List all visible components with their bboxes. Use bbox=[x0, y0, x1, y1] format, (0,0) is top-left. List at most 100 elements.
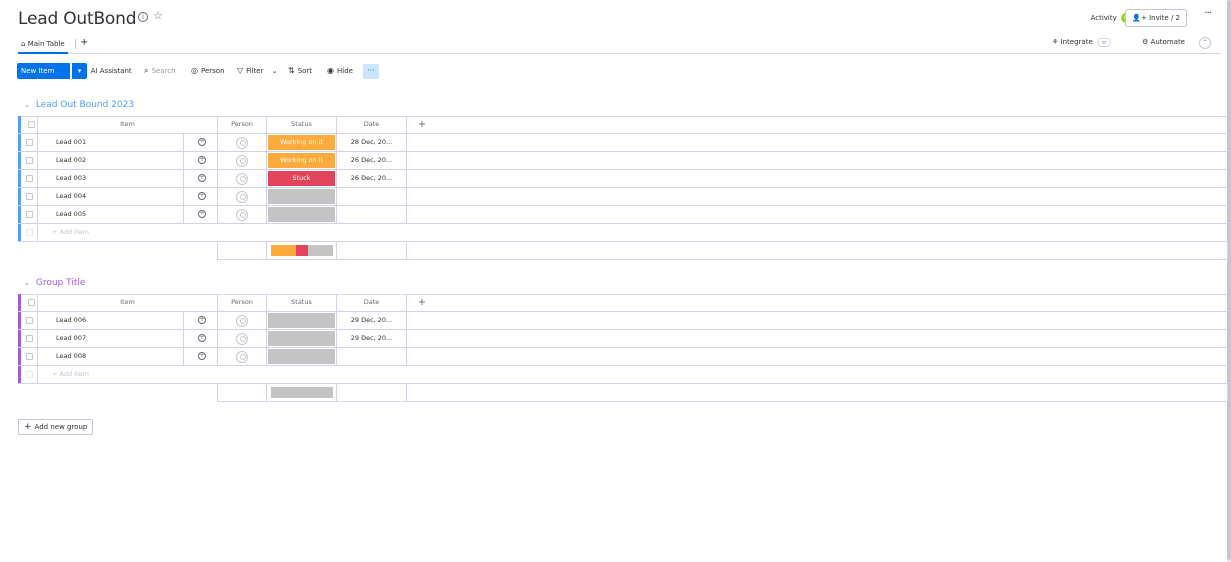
column-header-date[interactable]: Date bbox=[337, 116, 407, 133]
empty-person-icon[interactable] bbox=[236, 351, 248, 363]
item-cell[interactable]: Lead 005 + bbox=[38, 206, 218, 223]
column-header-person[interactable]: Person bbox=[218, 116, 267, 133]
star-icon[interactable]: ☆ bbox=[153, 9, 163, 22]
chevron-down-icon[interactable]: ⌄ bbox=[24, 98, 30, 112]
group-title-group-title[interactable]: ⌄ Group Title bbox=[24, 276, 85, 290]
status-cell[interactable] bbox=[267, 348, 337, 365]
empty-person-icon[interactable] bbox=[236, 333, 248, 345]
status-cell[interactable] bbox=[267, 206, 337, 223]
status-label[interactable]: Stuck bbox=[268, 171, 335, 186]
automate-button[interactable]: ⚙ Automate bbox=[1142, 38, 1185, 46]
row-checkbox[interactable] bbox=[22, 348, 38, 365]
item-name[interactable]: Lead 003 bbox=[56, 170, 86, 187]
add-update-icon[interactable]: + bbox=[198, 138, 206, 146]
table-row[interactable]: Lead 001 + Working on it 28 Dec, 20... bbox=[18, 134, 1228, 152]
group-title-lead-out-bound-2023[interactable]: ⌄ Lead Out Bound 2023 bbox=[24, 98, 134, 112]
column-header-item[interactable]: Item bbox=[38, 294, 218, 311]
info-icon[interactable]: i bbox=[138, 12, 148, 22]
scrollbar-thumb[interactable] bbox=[1227, 0, 1231, 560]
date-cell[interactable]: 28 Dec, 20... bbox=[337, 134, 407, 151]
add-new-group-button[interactable]: + Add new group bbox=[18, 419, 94, 435]
item-cell[interactable]: Lead 003 + bbox=[38, 170, 218, 187]
person-cell[interactable] bbox=[218, 188, 267, 205]
add-update-icon[interactable]: + bbox=[198, 192, 206, 200]
column-header-person[interactable]: Person bbox=[218, 294, 267, 311]
status-cell[interactable] bbox=[267, 312, 337, 329]
chevron-down-icon[interactable]: ⌄ bbox=[24, 276, 30, 290]
date-cell[interactable]: 29 Dec, 20... bbox=[337, 330, 407, 347]
add-item-row[interactable]: + Add Item bbox=[18, 224, 1228, 242]
item-name[interactable]: Lead 006 bbox=[56, 312, 86, 329]
tab-main-table[interactable]: ⌂ Main Table bbox=[18, 38, 68, 54]
table-row[interactable]: Lead 004 + bbox=[18, 188, 1228, 206]
status-summary-bar[interactable] bbox=[271, 245, 333, 256]
integrate-button[interactable]: ⚘ Integrate ∞ bbox=[1052, 38, 1111, 47]
item-name[interactable]: Lead 005 bbox=[56, 206, 86, 223]
status-label[interactable] bbox=[268, 189, 335, 204]
add-update-icon[interactable]: + bbox=[198, 174, 206, 182]
search-input[interactable]: ⌕ Search bbox=[144, 63, 176, 79]
add-update-icon[interactable]: + bbox=[198, 352, 206, 360]
date-cell[interactable]: 26 Dec, 20... bbox=[337, 152, 407, 169]
status-label[interactable] bbox=[268, 313, 335, 328]
person-cell[interactable] bbox=[218, 348, 267, 365]
item-cell[interactable]: Lead 001 + bbox=[38, 134, 218, 151]
empty-person-icon[interactable] bbox=[236, 137, 248, 149]
date-cell[interactable]: 26 Dec, 20... bbox=[337, 170, 407, 187]
status-cell[interactable]: Working on it bbox=[267, 152, 337, 169]
item-name[interactable]: Lead 004 bbox=[56, 188, 86, 205]
more-actions-button[interactable]: ··· bbox=[363, 64, 379, 79]
select-all-checkbox[interactable] bbox=[22, 294, 38, 311]
add-column-button[interactable]: + bbox=[407, 116, 437, 133]
empty-person-icon[interactable] bbox=[236, 315, 248, 327]
row-checkbox[interactable] bbox=[22, 330, 38, 347]
vertical-scrollbar[interactable] bbox=[1227, 0, 1231, 562]
add-item-input[interactable]: + Add Item bbox=[38, 224, 1228, 241]
collapse-header-icon[interactable]: ⌃ bbox=[1199, 37, 1211, 49]
table-row[interactable]: Lead 008 + bbox=[18, 348, 1228, 366]
add-column-button[interactable]: + bbox=[407, 294, 437, 311]
column-header-status[interactable]: Status bbox=[267, 116, 337, 133]
group-title-text[interactable]: Group Title bbox=[36, 278, 86, 288]
add-item-row[interactable]: + Add Item bbox=[18, 366, 1228, 384]
person-filter-button[interactable]: ◎ Person bbox=[191, 63, 225, 79]
item-cell[interactable]: Lead 008 + bbox=[38, 348, 218, 365]
group-title-text[interactable]: Lead Out Bound 2023 bbox=[36, 100, 134, 110]
date-cell[interactable]: 29 Dec, 20... bbox=[337, 312, 407, 329]
date-cell[interactable] bbox=[337, 206, 407, 223]
new-item-button[interactable]: New Item bbox=[17, 63, 70, 79]
status-cell[interactable] bbox=[267, 330, 337, 347]
table-row[interactable]: Lead 005 + bbox=[18, 206, 1228, 224]
person-cell[interactable] bbox=[218, 206, 267, 223]
add-update-icon[interactable]: + bbox=[198, 316, 206, 324]
row-checkbox[interactable] bbox=[22, 188, 38, 205]
add-update-icon[interactable]: + bbox=[198, 334, 206, 342]
table-row[interactable]: Lead 006 + 29 Dec, 20... bbox=[18, 312, 1228, 330]
item-name[interactable]: Lead 008 bbox=[56, 348, 86, 365]
add-update-icon[interactable]: + bbox=[198, 210, 206, 218]
person-cell[interactable] bbox=[218, 330, 267, 347]
select-all-checkbox[interactable] bbox=[22, 116, 38, 133]
sort-button[interactable]: ⇅ Sort bbox=[288, 63, 312, 79]
row-checkbox[interactable] bbox=[22, 206, 38, 223]
row-checkbox[interactable] bbox=[22, 170, 38, 187]
row-checkbox[interactable] bbox=[22, 134, 38, 151]
item-name[interactable]: Lead 002 bbox=[56, 152, 86, 169]
status-label[interactable] bbox=[268, 331, 335, 346]
board-title[interactable]: Lead OutBond bbox=[18, 9, 136, 29]
status-cell[interactable]: Working on it bbox=[267, 134, 337, 151]
empty-person-icon[interactable] bbox=[236, 191, 248, 203]
row-checkbox[interactable] bbox=[22, 152, 38, 169]
invite-button[interactable]: 👤+ Invite / 2 bbox=[1125, 9, 1187, 27]
date-cell[interactable] bbox=[337, 188, 407, 205]
add-view-button[interactable]: + bbox=[80, 37, 88, 48]
ai-assistant-button[interactable]: ✦ AI Assistant bbox=[81, 63, 132, 79]
empty-person-icon[interactable] bbox=[236, 173, 248, 185]
status-label[interactable]: Working on it bbox=[268, 135, 335, 150]
item-cell[interactable]: Lead 002 + bbox=[38, 152, 218, 169]
date-cell[interactable] bbox=[337, 348, 407, 365]
person-cell[interactable] bbox=[218, 152, 267, 169]
status-label[interactable] bbox=[268, 349, 335, 364]
item-name[interactable]: Lead 007 bbox=[56, 330, 86, 347]
status-summary-bar[interactable] bbox=[271, 387, 333, 398]
